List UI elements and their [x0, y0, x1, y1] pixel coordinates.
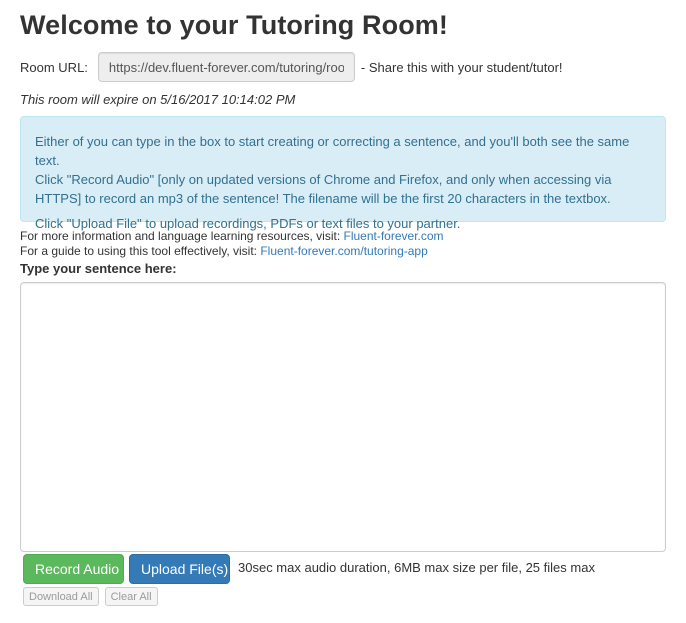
- room-url-input[interactable]: [97, 52, 355, 82]
- room-url-label: Room URL:: [20, 59, 88, 75]
- info-line-typing: Either of you can type in the box to sta…: [35, 134, 630, 168]
- upload-limits-text: 30sec max audio duration, 6MB max size p…: [238, 559, 595, 575]
- tutoring-app-guide-link[interactable]: Fluent-forever.com/tutoring-app: [260, 244, 427, 258]
- upload-files-button[interactable]: Upload File(s): [129, 554, 230, 584]
- fluent-forever-link[interactable]: Fluent-forever.com: [344, 229, 444, 243]
- expiry-notice: This room will expire on 5/16/2017 10:14…: [20, 92, 296, 107]
- room-url-row: Room URL: - Share this with your student…: [20, 52, 563, 82]
- info-link-prefix: For more information and language learni…: [20, 229, 344, 243]
- page-title: Welcome to your Tutoring Room!: [20, 10, 448, 40]
- action-bar: Record Audio Upload File(s) 30sec max au…: [23, 554, 595, 584]
- sentence-label: Type your sentence here:: [20, 261, 177, 276]
- download-all-button[interactable]: Download All: [23, 587, 99, 606]
- file-actions: Download All Clear All: [23, 587, 158, 606]
- room-url-share-text: - Share this with your student/tutor!: [360, 59, 563, 75]
- sentence-textarea[interactable]: [20, 282, 666, 552]
- info-link-row: For more information and language learni…: [20, 229, 444, 244]
- info-line-record: Click "Record Audio" [only on updated ve…: [35, 172, 612, 206]
- record-audio-button[interactable]: Record Audio: [23, 554, 124, 584]
- guide-link-row: For a guide to using this tool effective…: [20, 244, 444, 259]
- info-alert: Either of you can type in the box to sta…: [20, 116, 666, 231]
- clear-all-button[interactable]: Clear All: [104, 587, 158, 606]
- resource-links: For more information and language learni…: [20, 229, 444, 259]
- guide-link-prefix: For a guide to using this tool effective…: [20, 244, 261, 258]
